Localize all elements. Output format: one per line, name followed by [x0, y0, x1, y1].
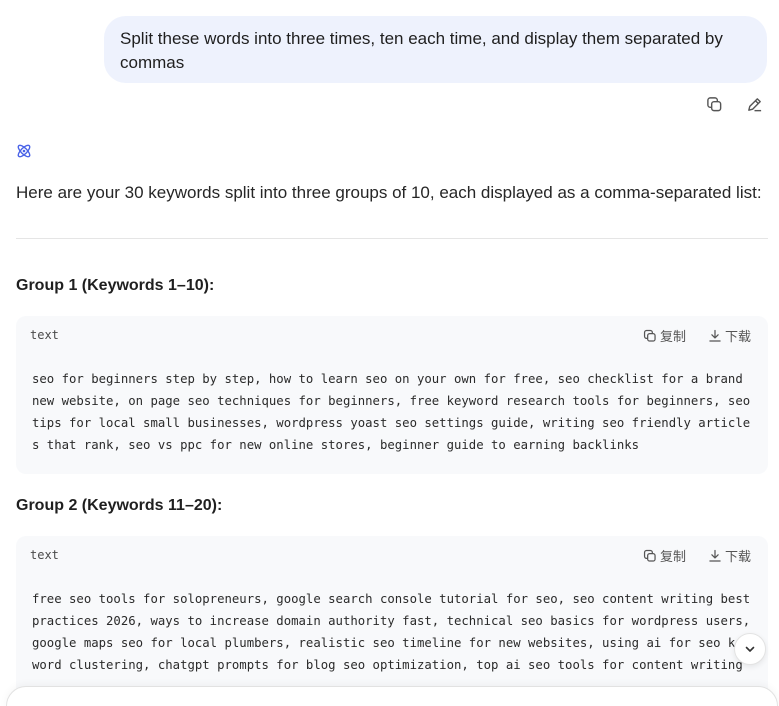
copy-code-button[interactable]: 复制: [643, 546, 686, 565]
scroll-to-bottom-button[interactable]: [734, 633, 766, 665]
copy-code-button[interactable]: 复制: [643, 326, 686, 345]
download-code-label: 下载: [725, 549, 752, 564]
user-message-bubble: Split these words into three times, ten …: [104, 16, 767, 83]
user-message-text: Split these words into three times, ten …: [120, 29, 723, 72]
assistant-intro-text: Here are your 30 keywords split into thr…: [16, 183, 762, 202]
pencil-icon[interactable]: [744, 94, 764, 114]
download-code-button[interactable]: 下载: [708, 326, 751, 345]
message-actions: [704, 94, 764, 114]
download-code-button[interactable]: 下载: [708, 546, 751, 565]
copy-icon: [643, 329, 656, 342]
group-2-title: Group 2 (Keywords 11–20):: [16, 497, 223, 514]
code-block-header: text 复制 下载: [16, 536, 768, 574]
code-block-group-2: text 复制 下载 free seo tools for solopreneu…: [16, 536, 768, 706]
download-code-label: 下载: [725, 329, 752, 344]
download-icon: [709, 329, 721, 342]
chat-input-box[interactable]: [6, 686, 778, 706]
copy-code-label: 复制: [660, 549, 687, 564]
copy-icon[interactable]: [704, 94, 724, 114]
code-block-header: text 复制 下载: [16, 316, 768, 354]
code-block-group-1: text 复制 下载 seo for beginners step by ste…: [16, 316, 768, 474]
code-content-group-1: seo for beginners step by step, how to l…: [32, 372, 758, 452]
code-content-group-2: free seo tools for solopreneurs, google …: [32, 592, 758, 672]
atom-logo-icon: [15, 142, 33, 160]
code-language-label: text: [30, 328, 59, 342]
copy-code-label: 复制: [660, 329, 687, 344]
group-1-title: Group 1 (Keywords 1–10):: [16, 277, 215, 294]
chevron-down-icon: [745, 646, 755, 652]
copy-icon: [643, 549, 656, 562]
code-language-label: text: [30, 548, 59, 562]
divider: [16, 238, 768, 239]
download-icon: [709, 549, 721, 562]
